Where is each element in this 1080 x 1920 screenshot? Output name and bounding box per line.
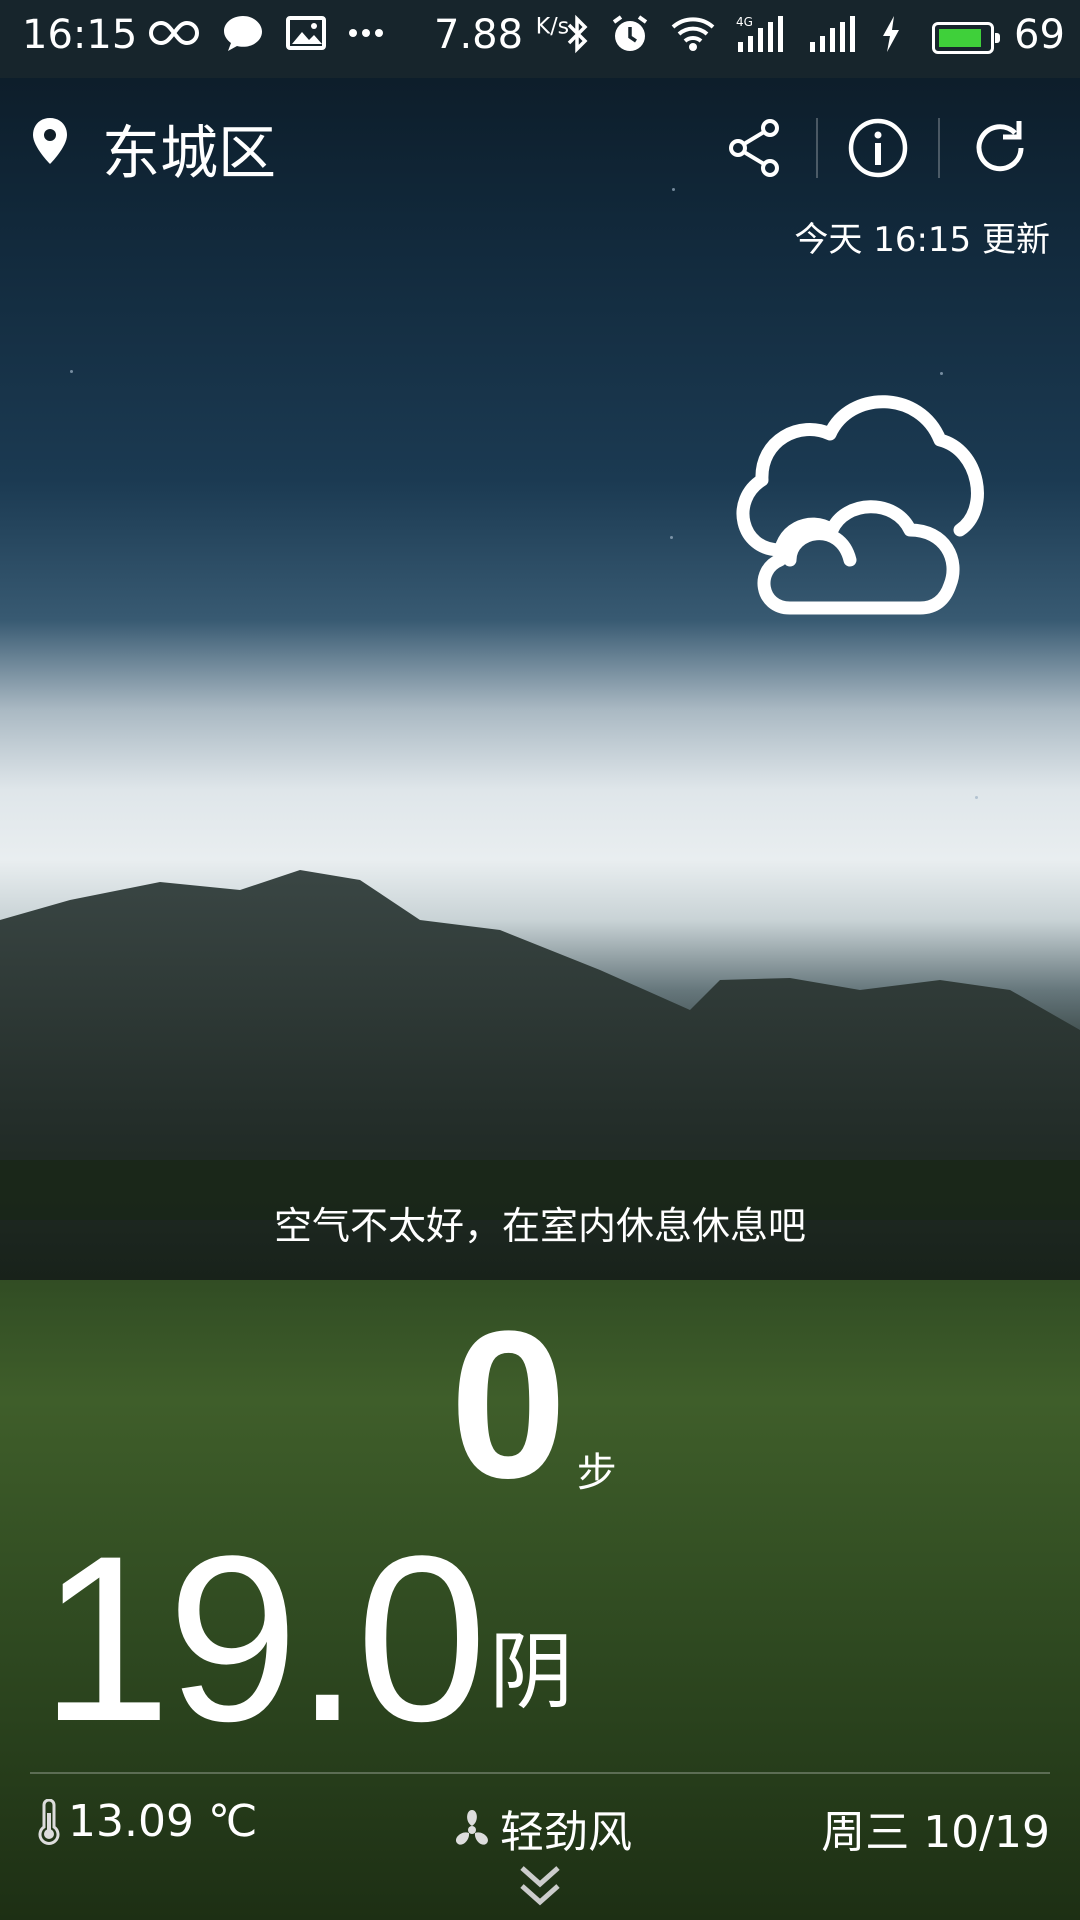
- chevron-down-icon[interactable]: [516, 1862, 564, 1912]
- infinity-icon: [149, 20, 199, 46]
- signal-4g-icon: 4G: [736, 15, 783, 52]
- location-name[interactable]: 东城区: [102, 106, 276, 190]
- signal-icon: [810, 16, 855, 52]
- step-unit: 步: [576, 1450, 617, 1496]
- more-icon: [349, 29, 383, 37]
- refresh-icon: [976, 121, 1024, 172]
- info-button[interactable]: [818, 108, 938, 188]
- charging-icon: [883, 16, 899, 52]
- notification-icons: [148, 14, 384, 52]
- image-icon: [286, 16, 326, 50]
- date: 周三 10/19: [821, 1807, 1050, 1858]
- feels-like: 13.09 ℃: [36, 1796, 257, 1847]
- step-count: 0: [450, 1287, 567, 1522]
- current-temperature: 19.0 阴: [40, 1507, 574, 1771]
- weather-condition: 阴: [489, 1622, 574, 1721]
- share-icon: [729, 119, 779, 177]
- location-pin-icon: [33, 118, 67, 164]
- update-time: 今天 16:15 更新: [794, 220, 1050, 260]
- svg-text:4G: 4G: [736, 15, 753, 29]
- weather-details: 13.09 ℃ 轻劲风 周三 10/19: [0, 1788, 1080, 1858]
- cloudy-icon: [736, 395, 984, 615]
- divider: [30, 1772, 1050, 1774]
- wind-value: 轻劲风: [500, 1807, 632, 1858]
- alarm-icon: [612, 15, 648, 51]
- wind: 轻劲风: [450, 1796, 632, 1860]
- thermometer-icon: [38, 1798, 60, 1845]
- temperature-value: 19.0: [40, 1507, 487, 1771]
- refresh-button[interactable]: [940, 108, 1060, 188]
- net-speed-unit: K/s: [535, 14, 570, 40]
- battery-icon: [932, 22, 1000, 54]
- header: 东城区: [0, 80, 1080, 200]
- status-time: 16:15: [22, 12, 138, 58]
- net-speed: 7.88 K/s: [434, 12, 569, 58]
- wifi-icon: [671, 17, 715, 51]
- status-bar: 16:15 7.88 K/s 4G 69: [0, 0, 1080, 78]
- message-icon: [224, 16, 262, 51]
- feels-like-value: 13.09 ℃: [68, 1796, 258, 1847]
- battery-percent: 69: [1014, 12, 1065, 58]
- net-speed-value: 7.88: [434, 12, 524, 58]
- info-icon: [848, 118, 908, 178]
- share-button[interactable]: [696, 108, 816, 188]
- step-counter[interactable]: 0 步: [450, 1300, 617, 1510]
- weather-tip: 空气不太好，在室内休息休息吧: [273, 1204, 806, 1248]
- header-actions: [696, 108, 1060, 188]
- system-icons: 4G: [566, 14, 902, 54]
- battery-fill: [939, 29, 981, 47]
- fan-icon: [456, 1810, 488, 1845]
- bluetooth-icon: [567, 14, 588, 54]
